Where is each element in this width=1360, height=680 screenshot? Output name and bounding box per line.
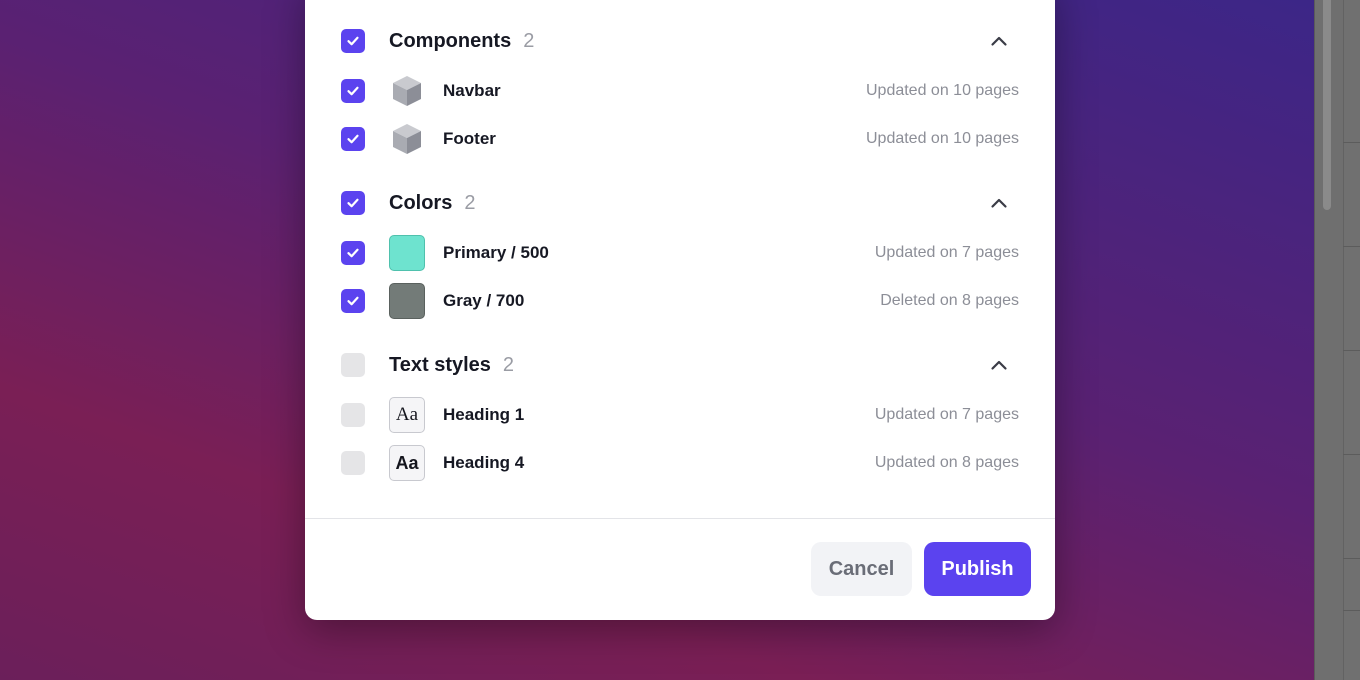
item-status: Updated on 8 pages xyxy=(874,454,1019,471)
chevron-up-icon[interactable] xyxy=(989,355,1009,375)
list-item-footer: Footer Updated on 10 pages xyxy=(341,121,1019,157)
component-cube-icon xyxy=(389,73,425,109)
check-icon xyxy=(347,296,359,306)
publish-button[interactable]: Publish xyxy=(924,542,1031,596)
item-status: Deleted on 8 pages xyxy=(880,292,1019,309)
item-checkbox[interactable] xyxy=(341,451,365,475)
item-checkbox[interactable] xyxy=(341,403,365,427)
list-item-heading-4: Aa Heading 4 Updated on 8 pages xyxy=(341,445,1019,481)
background-panel xyxy=(1314,0,1360,680)
item-label: Heading 4 xyxy=(443,453,525,472)
panel-divider xyxy=(1343,454,1360,455)
scrollbar-thumb[interactable] xyxy=(1323,0,1331,210)
check-icon xyxy=(347,248,359,258)
item-label: Navbar xyxy=(443,81,501,100)
item-label: Primary / 500 xyxy=(443,243,549,262)
item-status: Updated on 7 pages xyxy=(874,244,1019,261)
group-header-text-styles: Text styles 2 xyxy=(341,352,1019,378)
group-count: 2 xyxy=(502,353,515,376)
item-checkbox[interactable] xyxy=(341,289,365,313)
item-checkbox[interactable] xyxy=(341,241,365,265)
group-title: Colors xyxy=(389,191,453,214)
panel-divider xyxy=(1343,350,1360,351)
color-swatch xyxy=(389,283,425,319)
item-label: Gray / 700 xyxy=(443,291,525,310)
item-checkbox[interactable] xyxy=(341,127,365,151)
item-status: Updated on 7 pages xyxy=(874,406,1019,423)
footer-divider xyxy=(305,518,1055,519)
list-item-gray-700: Gray / 700 Deleted on 8 pages xyxy=(341,283,1019,319)
group-checkbox-colors[interactable] xyxy=(341,191,365,215)
text-style-icon: Aa xyxy=(389,397,425,433)
check-icon xyxy=(347,36,359,46)
text-style-icon: Aa xyxy=(389,445,425,481)
background-panel-column xyxy=(1343,0,1360,680)
group-title: Text styles xyxy=(389,353,491,376)
item-status: Updated on 10 pages xyxy=(865,82,1019,99)
group-checkbox-text-styles[interactable] xyxy=(341,353,365,377)
item-status: Updated on 10 pages xyxy=(865,130,1019,147)
group-count: 2 xyxy=(523,29,535,52)
list-item-heading-1: Aa Heading 1 Updated on 7 pages xyxy=(341,397,1019,433)
color-swatch xyxy=(389,235,425,271)
check-icon xyxy=(347,198,359,208)
list-item-navbar: Navbar Updated on 10 pages xyxy=(341,73,1019,109)
item-checkbox[interactable] xyxy=(341,79,365,103)
panel-divider xyxy=(1343,558,1360,559)
group-count: 2 xyxy=(464,191,476,214)
group-header-components: Components 2 xyxy=(341,28,1019,54)
check-icon xyxy=(347,134,359,144)
group-checkbox-components[interactable] xyxy=(341,29,365,53)
check-icon xyxy=(347,86,359,96)
item-label: Heading 1 xyxy=(443,405,525,424)
panel-divider xyxy=(1343,142,1360,143)
group-header-colors: Colors 2 xyxy=(341,190,1019,216)
publish-changes-dialog: Components 2 Navbar Updated on 10 pages xyxy=(305,0,1055,620)
chevron-up-icon[interactable] xyxy=(989,31,1009,51)
item-label: Footer xyxy=(443,129,496,148)
chevron-up-icon[interactable] xyxy=(989,193,1009,213)
panel-divider xyxy=(1343,246,1360,247)
group-title: Components xyxy=(389,29,512,52)
component-cube-icon xyxy=(389,121,425,157)
panel-divider xyxy=(1343,610,1360,611)
list-item-primary-500: Primary / 500 Updated on 7 pages xyxy=(341,235,1019,271)
cancel-button[interactable]: Cancel xyxy=(811,542,912,596)
